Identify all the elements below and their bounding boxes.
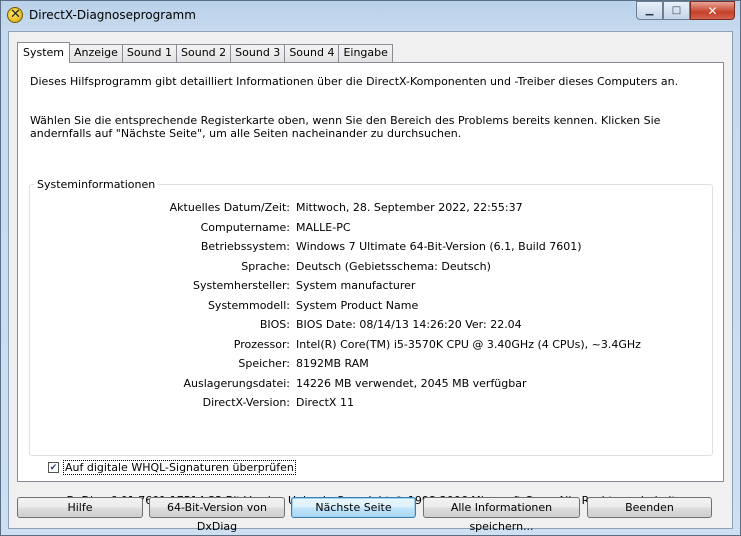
title-bar[interactable]: ✕ DirectX-Diagnoseprogramm ▁ □ ✕ [1, 1, 740, 31]
info-label: Prozessor: [233, 337, 290, 351]
info-label: Aktuelles Datum/Zeit: [169, 201, 290, 214]
info-value: MALLE-PC [296, 220, 351, 234]
info-label: Systemhersteller: [192, 279, 290, 292]
info-row-model: Systemmodell: System Product Name [18, 299, 718, 313]
info-value: Intel(R) Core(TM) i5-3570K CPU @ 3.40GHz… [296, 337, 641, 351]
group-label: Systeminformationen [34, 178, 159, 191]
instructions-text: Wählen Sie die entsprechende Registerkar… [30, 114, 661, 140]
info-value: BIOS Date: 08/14/13 14:26:20 Ver: 22.04 [296, 318, 522, 331]
info-value: Deutsch (Gebietsschema: Deutsch) [296, 259, 491, 273]
info-row-directx: DirectX-Version: DirectX 11 [18, 396, 718, 410]
info-label: Sprache: [241, 259, 290, 273]
info-row-processor: Prozessor: Intel(R) Core(TM) i5-3570K CP… [18, 338, 718, 352]
tab-system[interactable]: System [17, 42, 71, 63]
info-label: Systemmodell: [207, 298, 290, 312]
info-row-os: Betriebssystem: Windows 7 Ultimate 64-Bi… [18, 240, 718, 254]
tab-sound-4[interactable]: Sound 4 [284, 44, 340, 62]
caption-buttons: ▁ □ ✕ [636, 1, 735, 20]
whql-checkbox-row[interactable]: ✔ Auf digitale WHQL-Signaturen überprüfe… [48, 460, 296, 475]
tab-panel-system: Dieses Hilfsprogramm gibt detailliert In… [17, 62, 724, 507]
info-row-computername: Computername: MALLE-PC [18, 221, 718, 235]
client-area: System Anzeige Sound 1 Sound 2 Sound 3 S… [8, 31, 734, 533]
info-row-datetime: Aktuelles Datum/Zeit: Mittwoch, 28. Sept… [18, 201, 718, 215]
info-value: System Product Name [296, 298, 419, 312]
info-label: DirectX-Version: [202, 396, 290, 409]
checkmark-icon: ✔ [49, 462, 58, 473]
next-page-button[interactable]: Nächste Seite [291, 497, 416, 518]
info-value: Windows 7 Ultimate 64-Bit-Version (6.1, … [296, 240, 582, 253]
minimize-button[interactable]: ▁ [636, 1, 663, 20]
minimize-icon: ▁ [645, 5, 654, 16]
info-label: BIOS: [259, 318, 290, 331]
whql-checkbox-label[interactable]: Auf digitale WHQL-Signaturen überprüfen [63, 460, 296, 475]
button-bar: Hilfe 64-Bit-Version von DxDiag Nächste … [9, 497, 734, 533]
info-value: 8192MB RAM [296, 357, 369, 370]
info-value: System manufacturer [296, 279, 416, 292]
info-label: Betriebssystem: [200, 240, 290, 253]
save-all-info-button[interactable]: Alle Informationen speichern... [423, 497, 580, 533]
info-label: Speicher: [238, 357, 290, 370]
exit-button[interactable]: Beenden [587, 497, 712, 518]
tab-eingabe[interactable]: Eingabe [338, 44, 393, 62]
close-button[interactable]: ✕ [690, 1, 735, 20]
info-row-memory: Speicher: 8192MB RAM [18, 357, 718, 371]
window: ✕ DirectX-Diagnoseprogramm ▁ □ ✕ System … [0, 0, 741, 536]
tab-sound-3[interactable]: Sound 3 [230, 44, 286, 62]
intro-text: Dieses Hilfsprogramm gibt detailliert In… [30, 75, 679, 88]
info-value: 14226 MB verwendet, 2045 MB verfügbar [296, 376, 527, 390]
close-icon: ✕ [707, 3, 718, 18]
tab-strip: System Anzeige Sound 1 Sound 2 Sound 3 S… [17, 42, 393, 63]
whql-checkbox[interactable]: ✔ [48, 462, 59, 473]
maximize-icon: □ [671, 5, 682, 16]
info-row-language: Sprache: Deutsch (Gebietsschema: Deutsch… [18, 260, 718, 274]
info-value: Mittwoch, 28. September 2022, 22:55:37 [296, 201, 523, 214]
info-label: Computername: [200, 220, 290, 234]
info-value: DirectX 11 [296, 396, 354, 409]
info-row-pagefile: Auslagerungsdatei: 14226 MB verwendet, 2… [18, 377, 718, 391]
info-row-bios: BIOS: BIOS Date: 08/14/13 14:26:20 Ver: … [18, 318, 718, 332]
window-title: DirectX-Diagnoseprogramm [29, 8, 196, 22]
tab-sound-1[interactable]: Sound 1 [121, 44, 178, 62]
tab-anzeige[interactable]: Anzeige [69, 44, 123, 62]
info-row-manufacturer: Systemhersteller: System manufacturer [18, 279, 718, 293]
help-button[interactable]: Hilfe [17, 497, 143, 518]
info-label: Auslagerungsdatei: [183, 376, 290, 390]
maximize-button[interactable]: □ [663, 1, 690, 20]
directx-icon[interactable]: ✕ [7, 7, 23, 23]
tab-sound-2[interactable]: Sound 2 [176, 44, 232, 62]
x64-version-button[interactable]: 64-Bit-Version von DxDiag [149, 497, 285, 533]
